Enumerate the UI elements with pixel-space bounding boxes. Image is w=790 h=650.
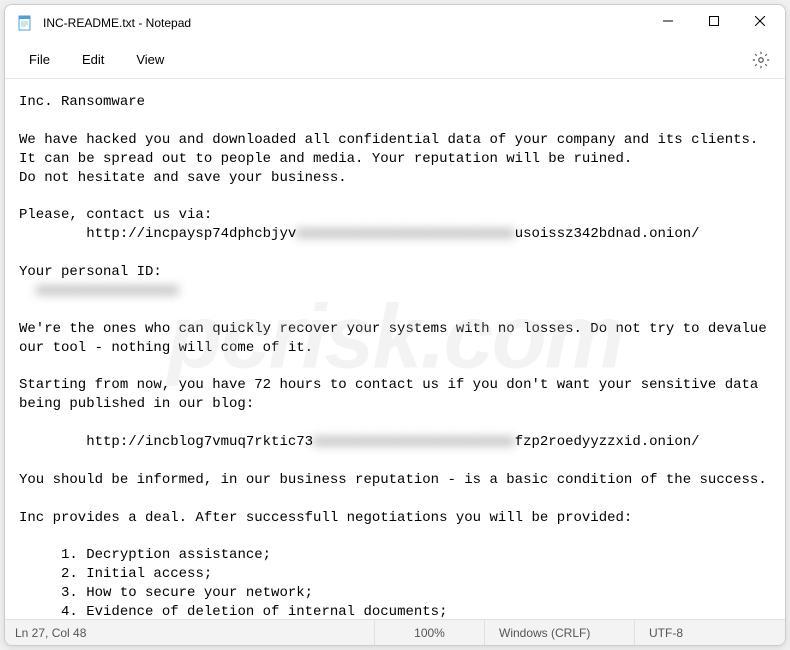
status-position: Ln 27, Col 48 — [5, 620, 375, 645]
titlebar: INC-README.txt - Notepad — [5, 5, 785, 41]
text-line: Inc provides a deal. After successfull n… — [19, 510, 632, 526]
text-area[interactable]: pcrisk.comInc. Ransomware We have hacked… — [5, 79, 785, 619]
menubar: File Edit View — [5, 41, 785, 79]
status-zoom: 100% — [375, 620, 485, 645]
text-line: 2. Initial access; — [19, 566, 212, 582]
redacted-text: xxxxxxxxxxxxxxxxx — [36, 283, 179, 299]
maximize-button[interactable] — [691, 5, 737, 37]
redacted-text: xxxxxxxxxxxxxxxxxxxxxxxx — [313, 434, 515, 450]
text-line: 1. Decryption assistance; — [19, 547, 271, 563]
text-line: Starting from now, you have 72 hours to … — [19, 377, 758, 393]
text-line: usoissz342bdnad.onion/ — [515, 226, 700, 242]
text-line: Inc. Ransomware — [19, 94, 145, 110]
close-button[interactable] — [737, 5, 783, 37]
text-line: You should be informed, in our business … — [19, 472, 767, 488]
status-eol: Windows (CRLF) — [485, 620, 635, 645]
text-line: http://incblog7vmuq7rktic73 — [19, 434, 313, 450]
text-line: our tool - nothing will come of it. — [19, 340, 313, 356]
text-line: 3. How to secure your network; — [19, 585, 313, 601]
minimize-button[interactable] — [645, 5, 691, 37]
text-line: Please, contact us via: — [19, 207, 212, 223]
text-line: It can be spread out to people and media… — [19, 151, 632, 167]
window-controls — [645, 5, 783, 41]
text-line: Your personal ID: — [19, 264, 162, 280]
window-title: INC-README.txt - Notepad — [43, 16, 191, 30]
text-line: http://incpaysp74dphcbjyv — [19, 226, 296, 242]
notepad-icon — [17, 15, 33, 31]
status-encoding: UTF-8 — [635, 620, 785, 645]
text-line: 4. Evidence of deletion of internal docu… — [19, 604, 447, 619]
text-line: We're the ones who can quickly recover y… — [19, 321, 767, 337]
redacted-text: xxxxxxxxxxxxxxxxxxxxxxxxxx — [296, 226, 514, 242]
menu-view[interactable]: View — [120, 46, 180, 73]
text-line: We have hacked you and downloaded all co… — [19, 132, 758, 148]
text-line: fzp2roedyyzzxid.onion/ — [515, 434, 700, 450]
notepad-window: INC-README.txt - Notepad File Edit View … — [4, 4, 786, 646]
text-line: being published in our blog: — [19, 396, 254, 412]
settings-button[interactable] — [745, 44, 777, 76]
menu-file[interactable]: File — [13, 46, 66, 73]
menu-edit[interactable]: Edit — [66, 46, 120, 73]
text-line: Do not hesitate and save your business. — [19, 170, 347, 186]
statusbar: Ln 27, Col 48 100% Windows (CRLF) UTF-8 — [5, 619, 785, 645]
